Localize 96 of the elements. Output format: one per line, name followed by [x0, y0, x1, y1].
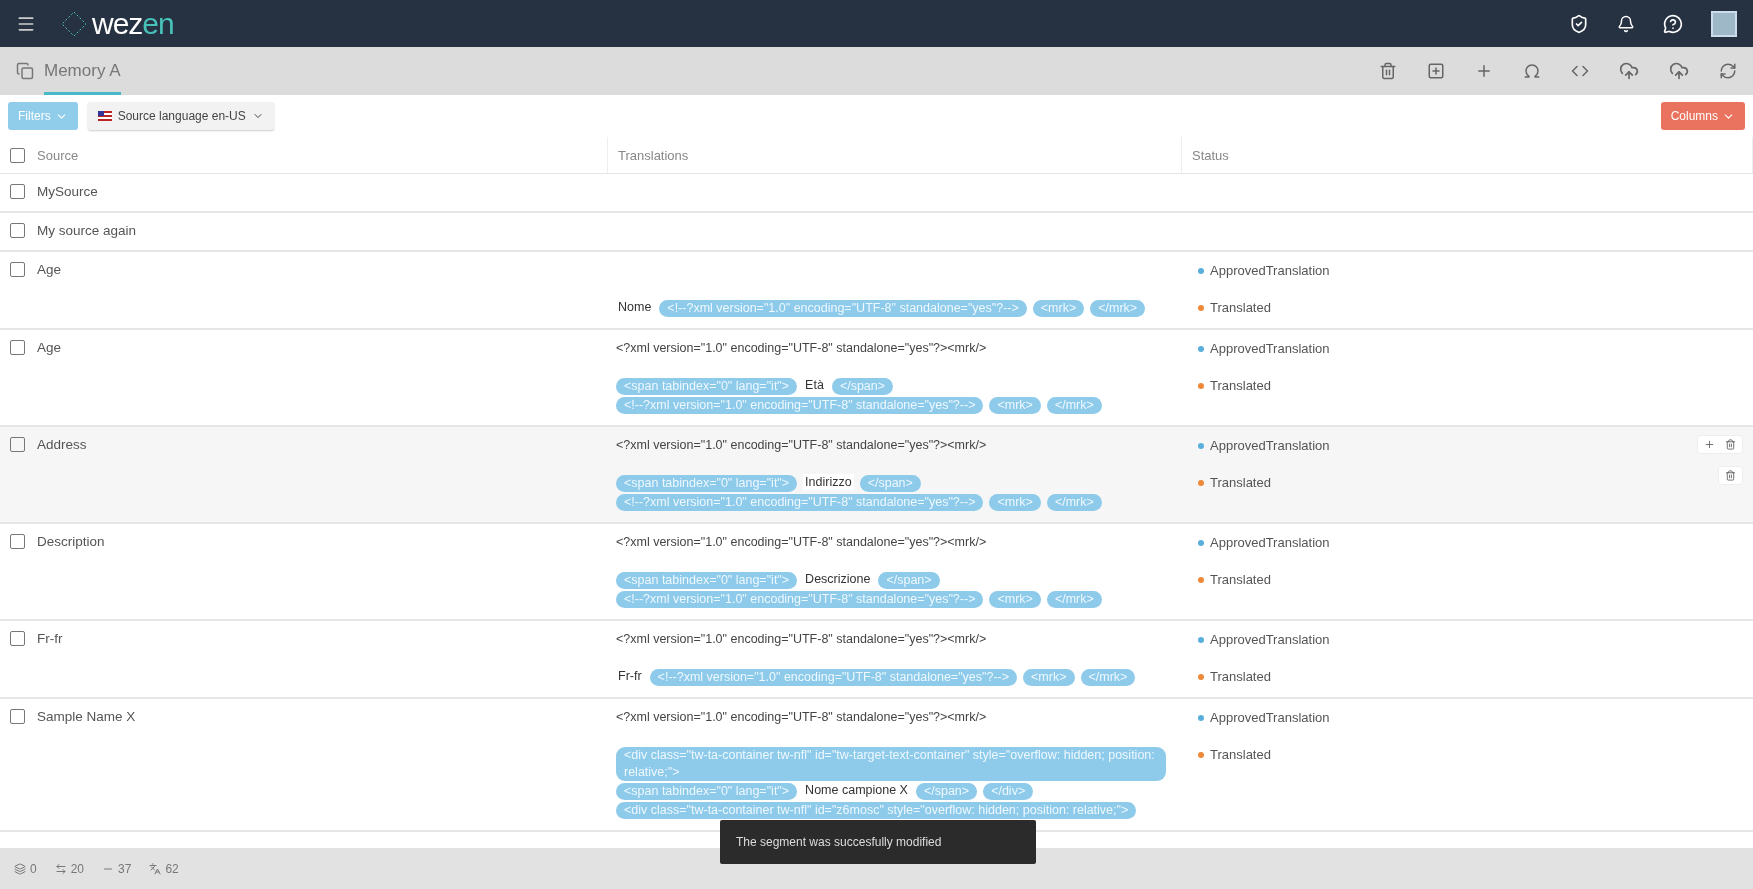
status-text: ApprovedTranslation: [1210, 631, 1330, 648]
markup-tag: <span tabindex="0" lang="it">: [616, 783, 798, 800]
toast: The segment was succesfully modified: [720, 820, 1036, 864]
column-header[interactable]: Source: [37, 147, 79, 163]
trash-icon[interactable]: [1379, 62, 1397, 80]
status-text: Translated: [1210, 571, 1271, 588]
delete-button[interactable]: [1718, 466, 1743, 485]
row-actions[interactable]: [1697, 435, 1743, 454]
trash-icon: [1725, 470, 1736, 481]
translation-text: <?xml version="1.0" encoding="UTF-8" standalone="yes"?><mrk/>: [616, 535, 987, 549]
stat-count: 0: [30, 861, 37, 876]
status-text: ApprovedTranslation: [1210, 534, 1330, 551]
source-text: My source again: [37, 223, 137, 238]
row-checkbox[interactable]: [10, 709, 25, 724]
markup-tag: <span tabindex="0" lang="it">: [616, 572, 798, 589]
source-text: Address: [37, 437, 87, 452]
column-header[interactable]: Translations: [618, 147, 689, 163]
omega-icon[interactable]: [1523, 62, 1541, 80]
status-text: Translated: [1210, 474, 1271, 491]
help-icon[interactable]: [1663, 13, 1683, 34]
row-checkbox[interactable]: [10, 437, 25, 452]
stat-count: 20: [70, 861, 85, 876]
row-checkbox[interactable]: [10, 223, 25, 238]
stat-icon: [54, 862, 67, 875]
stat-count: 37: [118, 861, 132, 876]
plus-icon[interactable]: [1475, 62, 1493, 80]
status-text: Translated: [1210, 668, 1271, 685]
row-checkbox[interactable]: [10, 534, 25, 549]
refresh-icon[interactable]: [1719, 62, 1737, 80]
translation-text: Indirizzo: [803, 474, 854, 490]
stat-icon: [14, 862, 26, 875]
status-text: Translated: [1210, 377, 1271, 394]
markup-tag: <span tabindex="0" lang="it">: [616, 475, 798, 492]
translation-text: <?xml version="1.0" encoding="UTF-8" standalone="yes"?><mrk/>: [616, 438, 987, 452]
translation-text: <?xml version="1.0" encoding="UTF-8" standalone="yes"?><mrk/>: [616, 710, 987, 724]
markup-tag: <mrk>: [1023, 669, 1075, 686]
markup-tag: </span>: [878, 572, 940, 589]
markup-tag: <div class="tw-ta-container tw-nfl" id="z6mosc" style="overflow: hidden; position: relative;">: [616, 802, 1137, 819]
markup-tag: </mrk>: [1046, 397, 1102, 414]
status-text: Translated: [1210, 299, 1271, 316]
translation-text: <?xml version="1.0" encoding="UTF-8" standalone="yes"?><mrk/>: [616, 341, 987, 355]
row-checkbox[interactable]: [10, 262, 25, 277]
diamond-icon: [60, 9, 88, 38]
source-text: MySource: [37, 184, 98, 199]
status-text: ApprovedTranslation: [1210, 709, 1330, 726]
markup-tag: <!--?xml version="1.0" encoding="UTF-8" standalone="yes"?-->: [616, 591, 984, 608]
translation-text: <?xml version="1.0" encoding="UTF-8" standalone="yes"?><mrk/>: [616, 632, 987, 646]
markup-tag: <!--?xml version="1.0" encoding="UTF-8" standalone="yes"?-->: [616, 397, 984, 414]
source-text: Sample Name X: [37, 709, 136, 724]
markup-tag: </mrk>: [1046, 494, 1102, 511]
markup-tag: <span tabindex="0" lang="it">: [616, 378, 798, 395]
markup-tag: <!--?xml version="1.0" encoding="UTF-8" standalone="yes"?-->: [659, 300, 1027, 317]
source-text: Age: [37, 262, 62, 277]
markup-tag: <mrk>: [989, 591, 1041, 608]
stat-count: 62: [165, 861, 179, 876]
markup-tag: <div class="tw-ta-container tw-nfl" id="tw-target-text-container" style="overflow: hidden; position: relative;">: [616, 747, 1166, 781]
row-checkbox[interactable]: [10, 340, 25, 355]
markup-tag: </mrk>: [1080, 669, 1136, 686]
add-square-icon[interactable]: [1427, 62, 1445, 80]
markup-tag: </mrk>: [1090, 300, 1146, 317]
status-text: ApprovedTranslation: [1210, 437, 1330, 454]
markup-tag: </span>: [859, 475, 921, 492]
select-all-checkbox[interactable]: [10, 147, 25, 163]
markup-tag: </div>: [983, 783, 1034, 800]
translation-text: Nome campione X: [803, 782, 910, 798]
columns-button[interactable]: Columns: [1660, 102, 1745, 130]
flag-icon: [97, 111, 112, 121]
status-text: Translated: [1210, 746, 1271, 763]
source-text: Fr-fr: [37, 631, 63, 646]
trash-icon[interactable]: [1725, 439, 1736, 450]
logo: wezen: [60, 6, 174, 41]
markup-tag: <mrk>: [1032, 300, 1085, 317]
source-text: Age: [37, 340, 62, 355]
avatar[interactable]: [1711, 10, 1737, 37]
markup-tag: <mrk>: [989, 494, 1041, 511]
stat-icon: [149, 862, 162, 875]
markup-tag: <!--?xml version="1.0" encoding="UTF-8" standalone="yes"?-->: [649, 669, 1018, 686]
markup-tag: </span>: [915, 783, 978, 800]
status-text: ApprovedTranslation: [1210, 340, 1330, 357]
markup-tag: </span>: [831, 378, 894, 395]
source-language-button[interactable]: Source language en-US: [87, 102, 274, 130]
cloud-upload-icon[interactable]: [1619, 61, 1639, 81]
copy-icon: [16, 62, 34, 80]
column-header[interactable]: Status: [1192, 147, 1229, 163]
markup-tag: </mrk>: [1046, 591, 1102, 608]
cloud-upload-icon[interactable]: [1669, 61, 1689, 81]
status-text: ApprovedTranslation: [1210, 262, 1330, 279]
row-checkbox[interactable]: [10, 631, 25, 646]
source-text: Description: [37, 534, 105, 549]
markup-tag: <mrk>: [989, 397, 1041, 414]
memory-tab[interactable]: Memory A: [44, 47, 121, 95]
row-checkbox[interactable]: [10, 184, 25, 199]
markup-tag: <!--?xml version="1.0" encoding="UTF-8" standalone="yes"?-->: [616, 494, 984, 511]
bell-icon[interactable]: [1617, 14, 1635, 33]
plus-icon[interactable]: [1704, 439, 1715, 450]
shield-icon[interactable]: [1569, 13, 1589, 34]
